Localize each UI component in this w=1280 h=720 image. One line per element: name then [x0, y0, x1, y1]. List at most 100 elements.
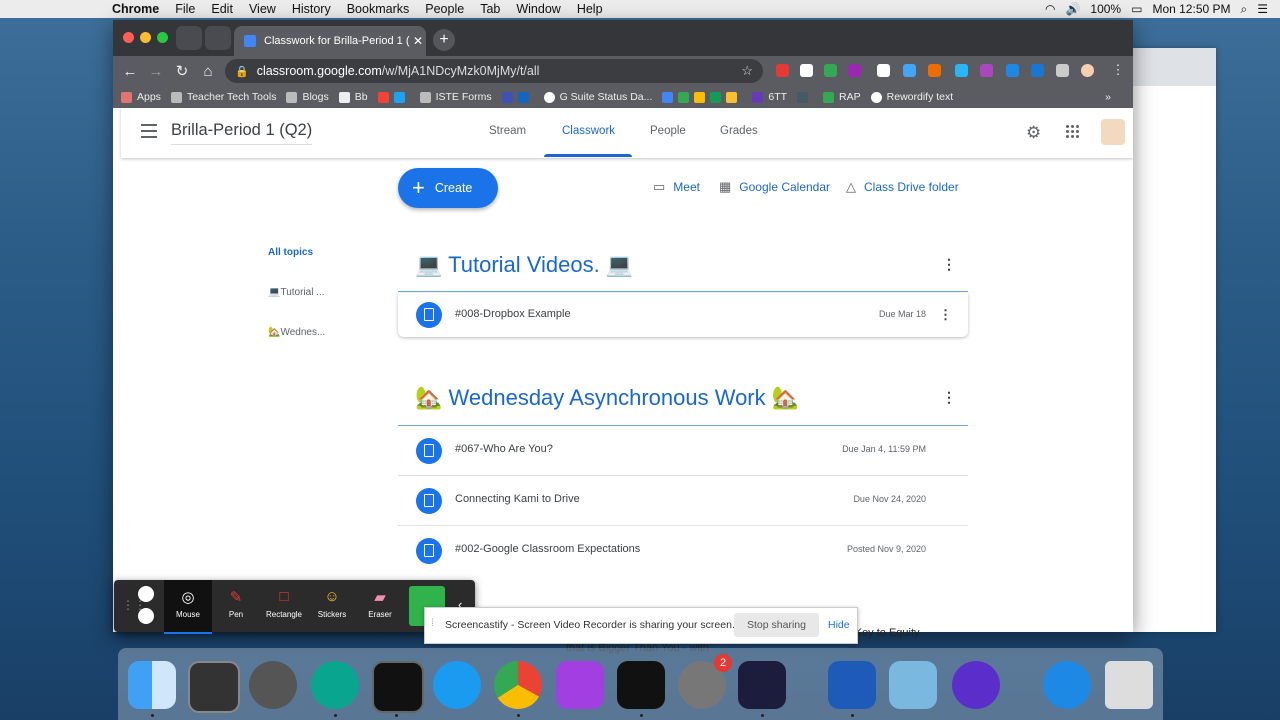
bookmark-teacher-tech-tools[interactable]: Teacher Tech Tools — [170, 91, 276, 103]
menu-help[interactable]: Help — [577, 2, 603, 16]
bookmark-iste-forms[interactable]: ISTE Forms — [419, 91, 492, 103]
extension-icon[interactable] — [800, 64, 813, 77]
chrome-menu-icon[interactable]: ⋮ — [1107, 62, 1129, 78]
bookmark-gsuite-status[interactable]: G Suite Status Da... — [543, 91, 652, 103]
lock-icon[interactable]: 🔒 — [235, 65, 249, 78]
bookmark-rap[interactable]: RAP — [823, 91, 861, 103]
forward-arrow-icon[interactable]: → — [145, 63, 167, 80]
messages-icon[interactable] — [433, 661, 481, 709]
preview-icon[interactable] — [889, 661, 937, 709]
launchpad-icon[interactable] — [249, 661, 297, 709]
globe-icon[interactable] — [1043, 661, 1091, 709]
maximize-window-button[interactable] — [157, 32, 168, 43]
sidebar-topic-wednesday[interactable]: 🏡Wednes... — [268, 327, 325, 338]
menu-view[interactable]: View — [249, 2, 276, 16]
assignment-row[interactable]: #067-Who Are You? Due Jan 4, 11:59 PM — [398, 426, 968, 476]
bookmark-bb[interactable]: Bb — [338, 91, 368, 103]
menu-file[interactable]: File — [175, 2, 195, 16]
word-icon[interactable] — [828, 661, 876, 709]
topic-title[interactable]: 💻 Tutorial Videos. 💻 — [415, 252, 633, 278]
assignment-row[interactable]: #002-Google Classroom Expectations Poste… — [398, 526, 968, 575]
home-icon[interactable]: ⌂ — [197, 63, 219, 80]
extension-icon[interactable] — [776, 64, 789, 77]
pinned-tab-calendar[interactable] — [205, 26, 231, 50]
tab-grades[interactable]: Grades — [720, 125, 758, 137]
menu-clock[interactable]: Mon 12:50 PM — [1152, 2, 1230, 16]
volume-icon[interactable]: 🔊 — [1065, 2, 1080, 16]
pinned-tab-docs[interactable] — [176, 26, 202, 50]
menu-people[interactable]: People — [425, 2, 464, 16]
tab-people[interactable]: People — [650, 125, 686, 137]
menu-edit[interactable]: Edit — [211, 2, 233, 16]
tool-stickers[interactable]: ☺ Stickers — [308, 580, 356, 632]
bookmark-rewordify[interactable]: Rewordify text — [870, 91, 953, 103]
assignment-more-icon[interactable]: ⋮ — [939, 307, 952, 323]
create-button[interactable]: + Create — [398, 168, 498, 208]
menu-bookmarks[interactable]: Bookmarks — [347, 2, 410, 16]
minimize-window-button[interactable] — [140, 32, 151, 43]
podcasts-icon[interactable] — [556, 661, 604, 709]
extension-icon[interactable] — [955, 64, 968, 77]
extension-icon[interactable] — [848, 64, 861, 77]
assignment-row[interactable]: Connecting Kami to Drive Due Nov 24, 202… — [398, 476, 968, 526]
audacity-icon[interactable] — [738, 661, 786, 709]
hamburger-menu-icon[interactable] — [141, 124, 157, 142]
chrome-icon[interactable] — [494, 661, 542, 709]
extension-icon[interactable] — [903, 64, 916, 77]
gear-icon[interactable]: ⚙ — [1026, 123, 1041, 143]
menu-tab[interactable]: Tab — [480, 2, 500, 16]
app-icon[interactable] — [188, 661, 240, 713]
control-center-icon[interactable]: ☰ — [1257, 2, 1268, 16]
extension-icon[interactable] — [1006, 64, 1019, 77]
tool-rectangle[interactable]: □ Rectangle — [260, 580, 308, 632]
bookmark-6tt[interactable]: 6TT — [752, 91, 787, 103]
menu-window[interactable]: Window — [516, 2, 560, 16]
finder-icon[interactable] — [128, 661, 176, 709]
profile-avatar[interactable] — [1081, 64, 1094, 77]
topic-title[interactable]: 🏡 Wednesday Asynchronous Work 🏡 — [415, 385, 799, 411]
bookmark-icons[interactable] — [662, 91, 742, 103]
extension-icon[interactable] — [877, 64, 890, 77]
drag-handle-icon[interactable]: ⁞ — [431, 618, 434, 629]
menu-history[interactable]: History — [292, 2, 331, 16]
close-tab-icon[interactable]: ✕ — [410, 34, 426, 48]
tab-stream[interactable]: Stream — [489, 125, 526, 137]
bookmarks-overflow-icon[interactable]: » — [1105, 91, 1111, 103]
extension-icon[interactable] — [980, 64, 993, 77]
menu-app-name[interactable]: Chrome — [112, 2, 159, 16]
topic-more-icon[interactable]: ⋮ — [942, 389, 956, 406]
class-name[interactable]: Brilla-Period 1 (Q2) — [171, 121, 313, 145]
stop-record-icon[interactable] — [138, 608, 154, 624]
battery-percent[interactable]: 100% — [1090, 2, 1121, 16]
extension-icon[interactable] — [1031, 64, 1044, 77]
tab-classwork[interactable]: Classwork — [562, 125, 615, 137]
sidebar-topic-tutorial[interactable]: 💻Tutorial ... — [268, 287, 325, 298]
activity-monitor-icon[interactable] — [372, 661, 424, 713]
stop-sharing-button[interactable]: Stop sharing — [734, 613, 819, 637]
bookmark-star-icon[interactable]: ☆ — [741, 63, 753, 79]
puzzle-extensions-icon[interactable] — [1056, 64, 1069, 77]
meet-link[interactable]: ▭ Meet — [653, 179, 700, 195]
address-bar[interactable]: 🔒 classroom.google.com /w/MjA1NDcyMzk0Mj… — [225, 59, 763, 83]
bookmark-blogs[interactable]: Blogs — [286, 91, 329, 103]
trash-icon[interactable] — [1105, 661, 1153, 709]
sidebar-all-topics[interactable]: All topics — [268, 247, 313, 258]
bookmark-icons[interactable] — [501, 91, 534, 103]
extension-icon[interactable] — [824, 64, 837, 77]
topic-more-icon[interactable]: ⋮ — [942, 256, 956, 273]
spotlight-icon[interactable]: ⌕ — [1241, 2, 1248, 17]
battery-icon[interactable]: ▭ — [1131, 2, 1142, 16]
back-arrow-icon[interactable]: ← — [119, 63, 141, 80]
app-icon[interactable] — [952, 661, 1000, 709]
wifi-icon[interactable]: ◠ — [1045, 2, 1055, 16]
bookmark-shield[interactable] — [797, 91, 813, 103]
active-tab[interactable]: Classwork for Brilla-Period 1 (Q ✕ — [234, 26, 426, 56]
pause-icon[interactable] — [138, 586, 154, 602]
google-calendar-link[interactable]: ▦ Google Calendar — [719, 179, 830, 195]
kindle-icon[interactable] — [617, 661, 665, 709]
reload-icon[interactable]: ↻ — [171, 62, 193, 80]
edpuzzle-icon[interactable] — [311, 661, 359, 709]
tool-mouse[interactable]: ◎ Mouse — [164, 580, 212, 634]
close-window-button[interactable] — [123, 32, 134, 43]
tool-pen[interactable]: ✎ Pen — [212, 580, 260, 632]
